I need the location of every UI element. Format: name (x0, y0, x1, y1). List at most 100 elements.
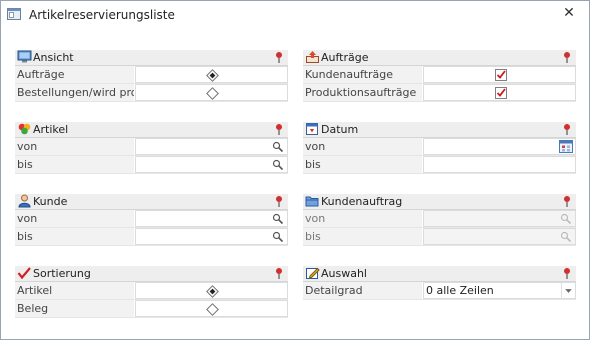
search-icon[interactable] (272, 213, 284, 225)
detailgrad-select[interactable]: 0 alle Zeilen (423, 282, 576, 299)
panel-title: Ansicht (33, 51, 74, 64)
panel-header: Kunde (15, 194, 288, 210)
order-upload-icon (306, 51, 319, 63)
row-label: von (303, 210, 422, 227)
sort-check-icon (17, 267, 31, 280)
view-row-bestellungen: Bestellungen/wird prod. (15, 84, 288, 102)
artikel-bis-input[interactable] (135, 156, 288, 173)
pin-icon[interactable] (562, 123, 572, 136)
auswahl-row-detailgrad: Detailgrad 0 alle Zeilen (303, 282, 576, 300)
panel-title: Kundenauftrag (321, 195, 403, 208)
datum-row-bis: bis (303, 156, 576, 174)
panel-header: Datum (303, 122, 576, 138)
row-label: Kundenaufträge (303, 66, 422, 83)
panel-header: Ansicht (15, 50, 288, 66)
sort-artikel-option[interactable] (135, 282, 288, 299)
row-label: Artikel (15, 282, 134, 299)
pin-icon[interactable] (562, 267, 572, 280)
artikel-row-von: von (15, 138, 288, 156)
panel-title: Kunde (33, 195, 68, 208)
kunde-row-bis: bis (15, 228, 288, 246)
radio-unselected-icon[interactable] (206, 303, 219, 316)
window-title: Artikelreservierungsliste (29, 8, 175, 22)
pin-icon[interactable] (274, 267, 284, 280)
kundenauftraege-field (423, 66, 576, 83)
search-icon (560, 213, 572, 225)
checkbox-checked-icon[interactable] (495, 87, 507, 99)
panel-title: Aufträge (321, 51, 369, 64)
row-label: Beleg (15, 300, 134, 317)
kundenauftrag-bis-input (423, 228, 576, 245)
detailgrad-value: 0 alle Zeilen (426, 284, 494, 297)
panel-header: Sortierung (15, 266, 288, 282)
radio-selected-icon[interactable] (206, 285, 219, 298)
row-label: bis (15, 156, 134, 173)
kunde-panel: Kunde von bis (15, 194, 288, 246)
edit-icon (306, 267, 320, 279)
pin-icon[interactable] (274, 195, 284, 208)
pin-icon[interactable] (562, 51, 572, 64)
chevron-down-icon[interactable] (561, 283, 575, 298)
search-icon[interactable] (272, 231, 284, 243)
sort-beleg-option[interactable] (135, 300, 288, 317)
auswahl-panel: Auswahl Detailgrad 0 alle Zeilen (303, 266, 576, 300)
panel-header: Aufträge (303, 50, 576, 66)
row-label: Produktionsaufträge (303, 84, 422, 101)
kundenauftrag-row-bis: bis (303, 228, 576, 246)
datum-von-input[interactable] (423, 138, 576, 155)
row-label: Detailgrad (303, 282, 422, 299)
ansicht-panel: Ansicht Aufträge Bestellungen/wird prod. (15, 50, 288, 102)
view-bestellungen-option[interactable] (135, 84, 288, 101)
view-auftraege-option[interactable] (135, 66, 288, 83)
kunde-bis-input[interactable] (135, 228, 288, 245)
artikel-von-input[interactable] (135, 138, 288, 155)
row-label: bis (303, 156, 422, 173)
search-icon (560, 231, 572, 243)
row-label: von (15, 138, 134, 155)
panel-title: Datum (321, 123, 359, 136)
artikel-row-bis: bis (15, 156, 288, 174)
kundenauftrag-panel: Kundenauftrag von bis (303, 194, 576, 246)
datum-bis-input[interactable] (423, 156, 576, 173)
report-dialog: Artikelreservierungsliste ✕ Ansicht Auft… (0, 0, 590, 340)
checkbox-checked-icon[interactable] (495, 69, 507, 81)
window-icon (7, 8, 21, 20)
kunde-von-input[interactable] (135, 210, 288, 227)
row-label: von (15, 210, 134, 227)
panel-header: Artikel (15, 122, 288, 138)
orders-row-produktionsauftraege: Produktionsaufträge (303, 84, 576, 102)
folder-icon (305, 196, 319, 207)
orders-row-kundenauftraege: Kundenaufträge (303, 66, 576, 84)
panel-header: Kundenauftrag (303, 194, 576, 210)
panel-title: Sortierung (33, 267, 91, 280)
articles-icon (18, 123, 31, 135)
view-row-auftraege: Aufträge (15, 66, 288, 84)
sort-row-beleg: Beleg (15, 300, 288, 318)
radio-unselected-icon[interactable] (206, 87, 219, 100)
panel-title: Auswahl (321, 267, 367, 280)
pin-icon[interactable] (562, 195, 572, 208)
search-icon[interactable] (272, 159, 284, 171)
kunde-row-von: von (15, 210, 288, 228)
row-label: Bestellungen/wird prod. (15, 84, 134, 101)
row-label: bis (15, 228, 134, 245)
close-button[interactable]: ✕ (559, 4, 579, 22)
title-bar: Artikelreservierungsliste ✕ (1, 1, 589, 29)
datum-panel: Datum von bis (303, 122, 576, 174)
radio-selected-icon[interactable] (206, 69, 219, 82)
monitor-icon (17, 50, 32, 63)
row-label: von (303, 138, 422, 155)
panel-header: Auswahl (303, 266, 576, 282)
pin-icon[interactable] (274, 123, 284, 136)
sortierung-panel: Sortierung Artikel Beleg (15, 266, 288, 318)
search-icon[interactable] (272, 141, 284, 153)
customer-icon (18, 194, 31, 208)
sort-row-artikel: Artikel (15, 282, 288, 300)
produktionsauftraege-field (423, 84, 576, 101)
pin-icon[interactable] (274, 51, 284, 64)
artikel-panel: Artikel von bis (15, 122, 288, 174)
row-label: bis (303, 228, 422, 245)
row-label: Aufträge (15, 66, 134, 83)
date-picker-icon[interactable] (559, 140, 573, 153)
datum-row-von: von (303, 138, 576, 156)
